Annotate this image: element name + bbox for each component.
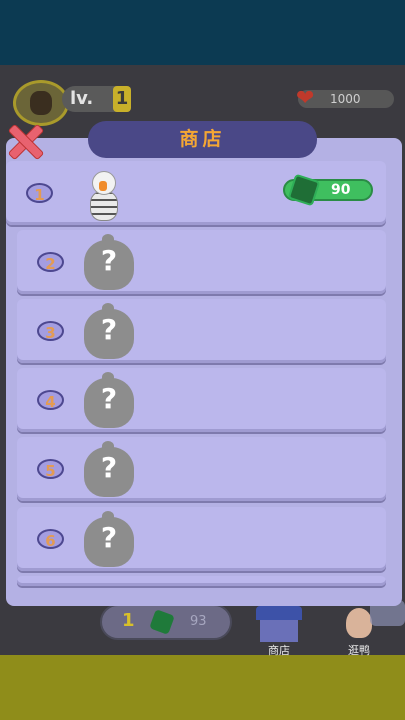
shop-item-partial: [17, 576, 386, 586]
gem-icon: [287, 173, 321, 207]
shop-item-6[interactable]: 6 ?: [17, 507, 386, 571]
bottom-coin-pill: 1 93: [100, 604, 232, 640]
heart-icon: ❤: [296, 86, 315, 111]
duck-body: [90, 191, 118, 221]
duck-icon: [346, 608, 372, 638]
item-index: 4: [37, 390, 64, 411]
item-index: 2: [37, 252, 64, 273]
item-index: 1: [26, 183, 53, 204]
shop-item-2[interactable]: 2 ?: [17, 230, 386, 294]
price-value: 90: [331, 182, 351, 198]
shop-title: 商店: [88, 121, 317, 158]
shop-button-label: 商店: [268, 644, 290, 657]
locked-character: ?: [80, 511, 138, 569]
shop-button[interactable]: 商店: [254, 604, 304, 657]
question-mark: ?: [100, 521, 118, 554]
top-band: [0, 0, 405, 65]
locked-character: ?: [80, 441, 138, 499]
ground: [0, 655, 405, 720]
item-index: 6: [37, 529, 64, 550]
item-index: 3: [37, 321, 64, 342]
question-mark: ?: [100, 313, 118, 346]
shop-item-3[interactable]: 3 ?: [17, 299, 386, 363]
shop-house: [260, 620, 298, 642]
locked-character: ?: [80, 372, 138, 430]
question-mark: ?: [100, 244, 118, 277]
level-value: 1: [113, 86, 131, 112]
bottom-count: 1: [122, 610, 135, 631]
question-mark: ?: [100, 382, 118, 415]
locked-character: ?: [80, 303, 138, 361]
item-index: 5: [37, 459, 64, 480]
duck-beak: [99, 181, 107, 191]
close-icon[interactable]: [7, 124, 41, 158]
locked-character: ?: [80, 234, 138, 292]
shop-icon: [256, 606, 302, 620]
duck-character: [86, 171, 120, 221]
shop-item-4[interactable]: 4 ?: [17, 368, 386, 432]
gem-icon: [149, 609, 175, 635]
shop-item-1[interactable]: 1 90: [6, 161, 386, 225]
question-mark: ?: [100, 451, 118, 484]
avatar[interactable]: [13, 80, 69, 126]
bottom-coins: 93: [190, 614, 207, 629]
avatar-icon: [30, 91, 52, 115]
shop-item-5[interactable]: 5 ?: [17, 437, 386, 501]
duck-button-label: 逛鸭: [348, 644, 370, 657]
buy-button[interactable]: 90: [283, 173, 373, 207]
